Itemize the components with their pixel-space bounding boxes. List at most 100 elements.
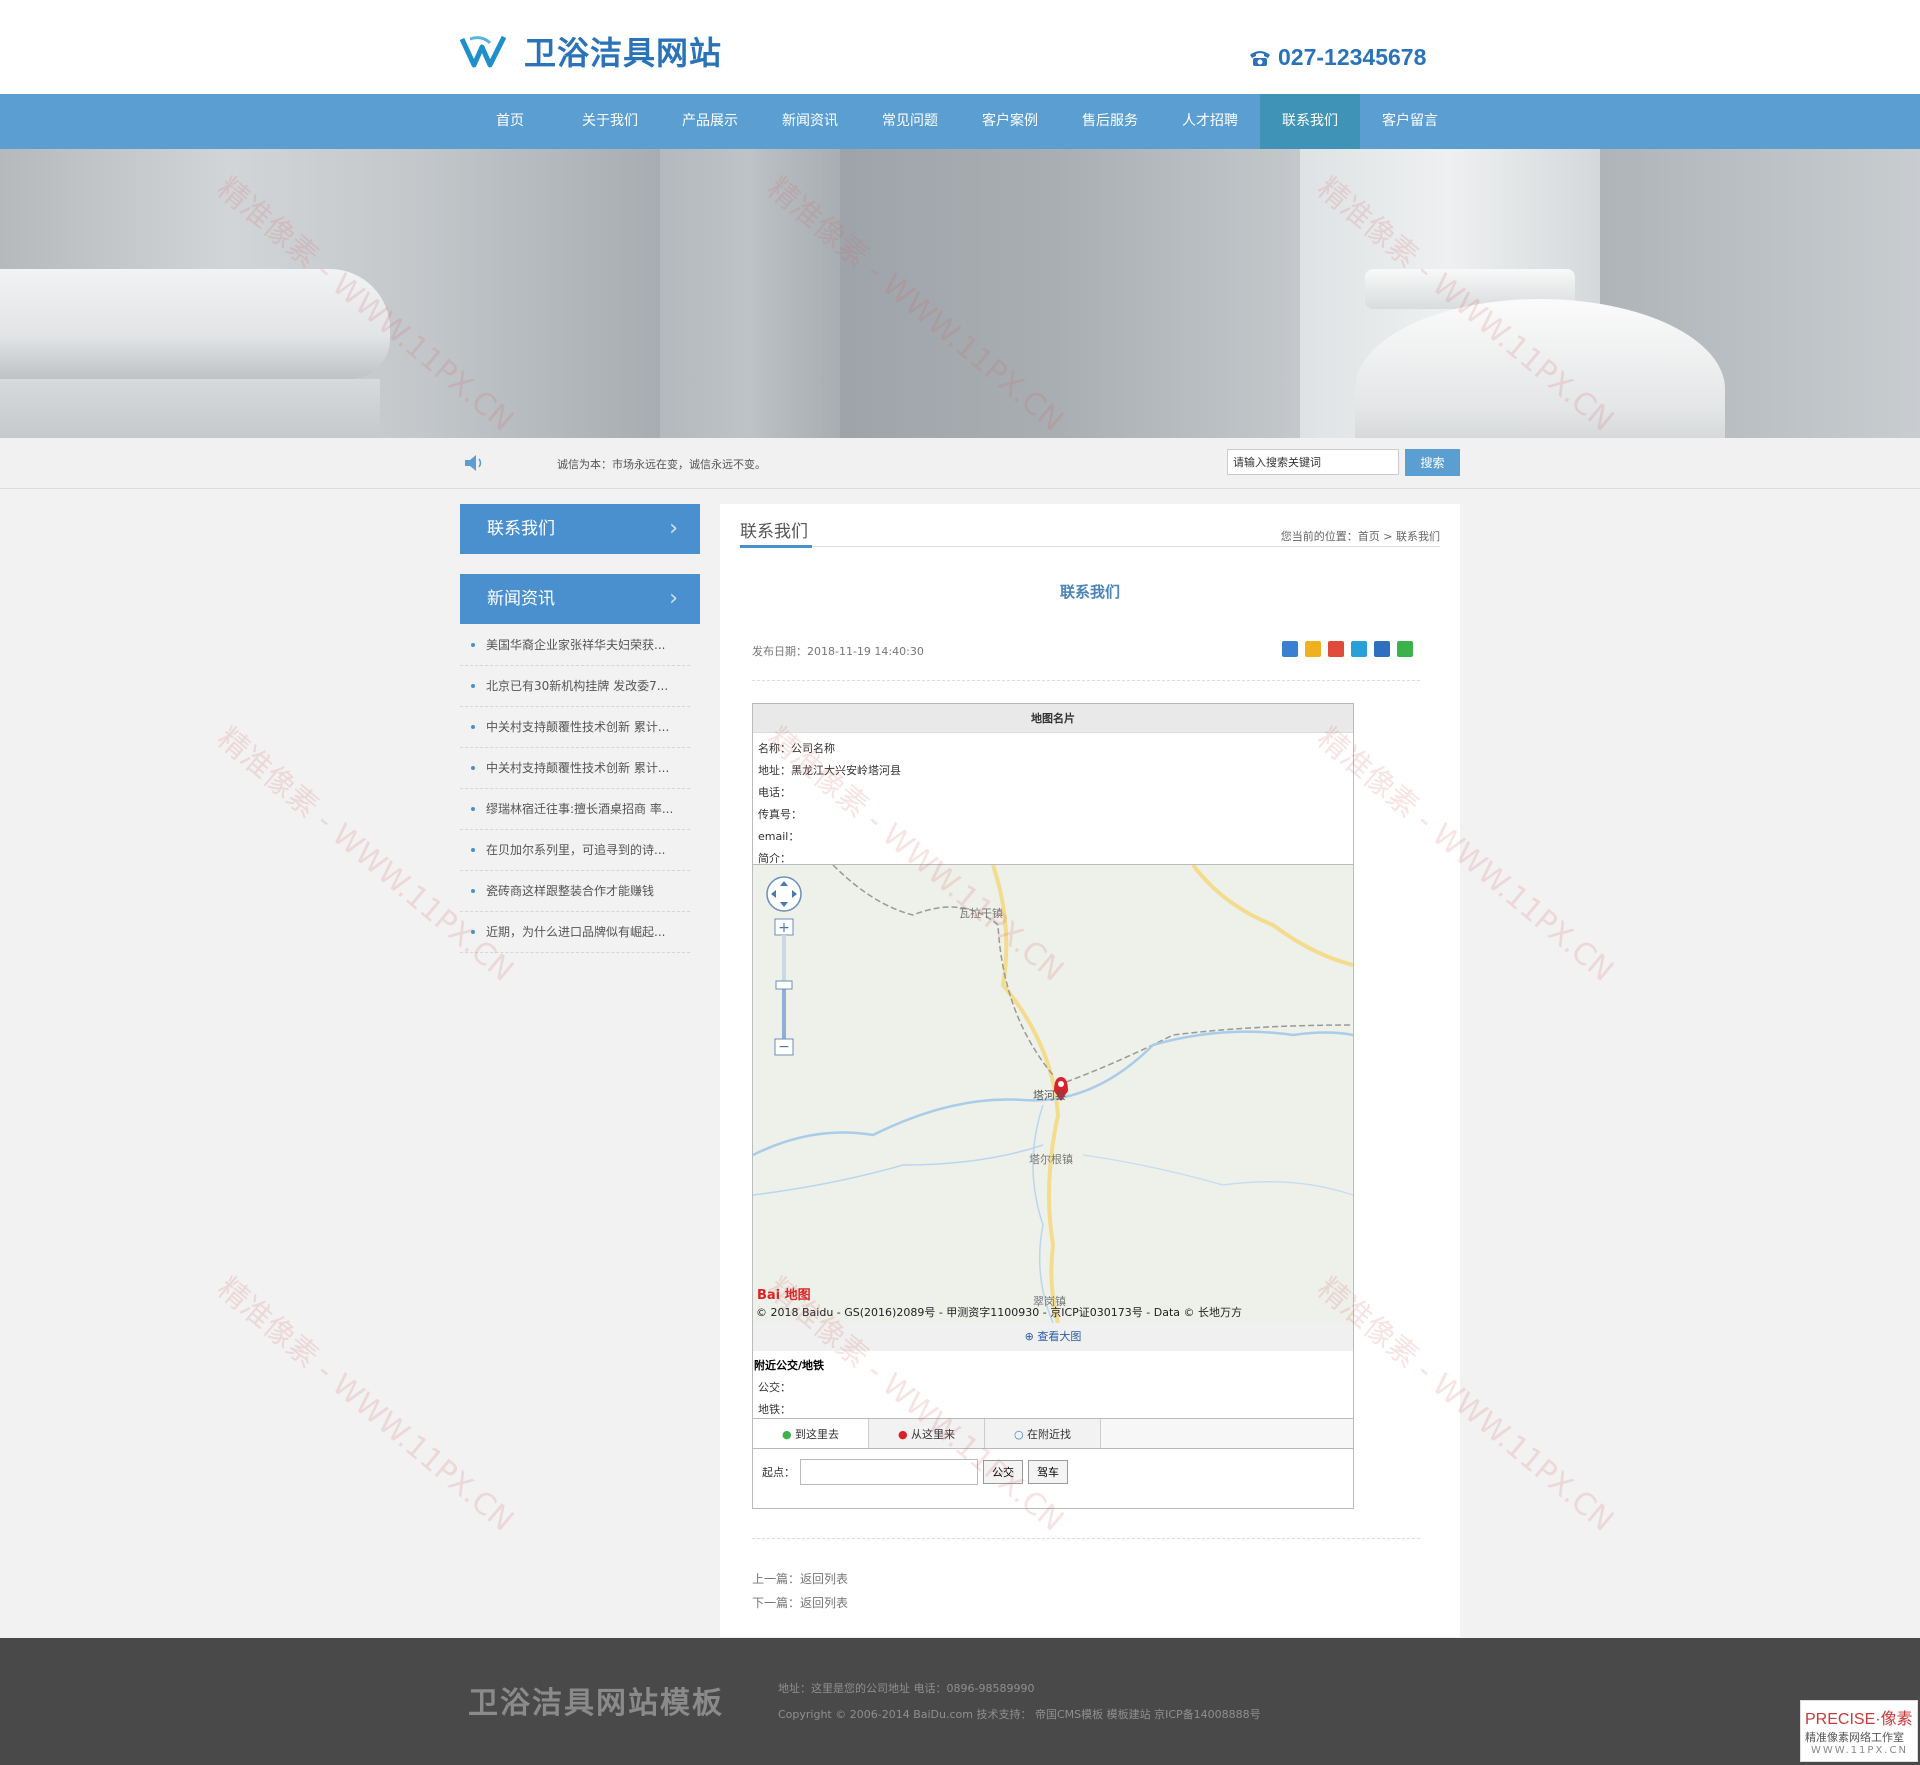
search-input[interactable] [1227, 449, 1399, 475]
banner-bathtub [0, 269, 390, 379]
news-item[interactable]: 瓷砖商这样跟整装合作才能赚钱 [460, 871, 690, 912]
sidebar-news-header[interactable]: 新闻资讯 › [460, 574, 700, 624]
banner-glass-pane [660, 149, 840, 438]
footer-copyright: Copyright © 2006-2014 BaiDu.com 技术支持： 帝国… [778, 1708, 1261, 1721]
badge-url: WWW.11PX.CN [1811, 1745, 1908, 1756]
banner-bathtub-side [0, 379, 380, 438]
footer-address: 地址：这里是您的公司地址 电话：0896-98589990 [778, 1682, 1035, 1695]
route-tabs: ● 到这里去 ● 从这里来 ○ 在附近找 [753, 1418, 1353, 1449]
map-copyright: © 2018 Baidu - GS(2016)2089号 - 甲测资字11009… [756, 1306, 1243, 1319]
article-title: 联系我们 [1059, 583, 1120, 601]
pin-green-icon: ● [781, 1428, 792, 1441]
share-qzone-icon[interactable] [1305, 641, 1321, 657]
sidebar-contact-header[interactable]: 联系我们 › [460, 504, 700, 554]
svg-text:+: + [778, 920, 790, 936]
tab-from-here-label: 从这里来 [911, 1428, 956, 1441]
nav-item-faq[interactable]: 常见问题 [860, 94, 960, 149]
baidu-map[interactable]: 瓦拉干镇 塔河县 塔尔根镇 翠岗镇 + − Bai 地图 © 2018 Baid… [753, 865, 1353, 1323]
news-item[interactable]: 北京已有30新机构挂牌 发改委7... [460, 666, 690, 707]
publish-date: 发布日期：2018-11-19 14:40:30 [752, 645, 924, 658]
nav-item-news[interactable]: 新闻资讯 [760, 94, 860, 149]
nav-item-cases[interactable]: 客户案例 [960, 94, 1060, 149]
bus-button[interactable]: 公交 [983, 1460, 1023, 1484]
share-weibo-icon[interactable] [1328, 641, 1344, 657]
chevron-right-icon: › [669, 516, 678, 541]
nearby-transit: 附近公交/地铁 公交： 地铁： [753, 1351, 1353, 1418]
logo-mark-icon [460, 35, 507, 68]
site-footer: 卫浴洁具网站模板 地址：这里是您的公司地址 电话：0896-98589990 C… [0, 1638, 1920, 1765]
search-button[interactable]: 搜索 [1405, 449, 1460, 476]
route-form: 起点： 公交 驾车 [753, 1449, 1353, 1485]
magnifier-icon: ⊕ [1024, 1330, 1034, 1343]
tab-search-nearby-label: 在附近找 [1027, 1428, 1072, 1441]
map-card-title: 地图名片 [753, 704, 1353, 733]
share-tencent-icon[interactable] [1351, 641, 1367, 657]
company-address: 地址：黑龙江大兴安岭塔河县 [758, 764, 901, 777]
notice-bar: 诚信为本：市场永远在变，诚信永远不变。 搜索 [0, 438, 1920, 489]
hero-banner [0, 149, 1920, 438]
watermark: 精准像素 - WWW.11PX.CN [210, 1270, 520, 1539]
share-renren-icon[interactable] [1374, 641, 1390, 657]
sidebar-news-title: 新闻资讯 [487, 589, 555, 609]
chevron-right-icon: › [669, 586, 678, 611]
logo-text: 卫浴洁具网站 [524, 34, 723, 72]
badge-studio: 精准像素网络工作室 [1805, 1731, 1904, 1744]
nav-item-products[interactable]: 产品展示 [660, 94, 760, 149]
baidu-map-logo: Bai 地图 [757, 1288, 811, 1303]
prev-article-link[interactable]: 上一篇：返回列表 [752, 1570, 848, 1587]
tab-search-nearby[interactable]: ○ 在附近找 [985, 1419, 1101, 1448]
start-input[interactable] [800, 1459, 978, 1485]
speaker-icon [465, 455, 482, 471]
map-zoom-control[interactable]: + − [765, 875, 805, 1075]
nav-item-home[interactable]: 首页 [460, 94, 560, 149]
drive-button[interactable]: 驾车 [1028, 1460, 1068, 1484]
company-tel: 电话： [758, 786, 791, 799]
nav-item-service[interactable]: 售后服务 [1060, 94, 1160, 149]
news-list: 美国华裔企业家张祥华夫妇荣获... 北京已有30新机构挂牌 发改委7... 中关… [460, 625, 690, 953]
news-item[interactable]: 中关村支持颠覆性技术创新 累计... [460, 707, 690, 748]
site-header: 卫浴洁具网站 027-12345678 [0, 0, 1920, 94]
next-article-link[interactable]: 下一篇：返回列表 [752, 1594, 848, 1611]
tab-go-here[interactable]: ● 到这里去 [753, 1419, 869, 1448]
share-bar [1282, 641, 1413, 657]
view-large-map-link[interactable]: ⊕ 查看大图 [753, 1323, 1353, 1351]
company-info: 名称：公司名称 地址：黑龙江大兴安岭塔河县 电话： 传真号： email： 简介… [753, 733, 1353, 865]
news-item[interactable]: 美国华裔企业家张祥华夫妇荣获... [460, 625, 690, 666]
map-label: 塔河县 [1033, 1089, 1066, 1102]
badge-brand: PRECISE·像素 [1805, 1711, 1913, 1728]
map-label: 塔尔根镇 [1029, 1153, 1073, 1166]
breadcrumb[interactable]: 您当前的位置：首页 > 联系我们 [1281, 528, 1440, 544]
tab-from-here[interactable]: ● 从这里来 [869, 1419, 985, 1448]
phone-number: 027-12345678 [1278, 44, 1427, 70]
tab-go-here-label: 到这里去 [795, 1428, 840, 1441]
nav-items: 首页 关于我们 产品展示 新闻资讯 常见问题 客户案例 售后服务 人才招聘 联系… [460, 94, 1460, 149]
divider [752, 680, 1420, 681]
main-content: 联系我们 您当前的位置：首页 > 联系我们 联系我们 发布日期：2018-11-… [720, 504, 1460, 1637]
divider [752, 1538, 1420, 1539]
news-item[interactable]: 缪瑞林宿迁往事:擅长酒桌招商 率... [460, 789, 690, 830]
studio-badge[interactable]: PRECISE·像素 精准像素网络工作室 WWW.11PX.CN [1800, 1700, 1918, 1762]
site-logo[interactable]: 卫浴洁具网站 [460, 28, 722, 74]
nav-item-jobs[interactable]: 人才招聘 [1160, 94, 1260, 149]
nav-item-about[interactable]: 关于我们 [560, 94, 660, 149]
news-item[interactable]: 近期，为什么进口品牌似有崛起... [460, 912, 690, 953]
phone-icon [1250, 50, 1270, 66]
map-card: 地图名片 名称：公司名称 地址：黑龙江大兴安岭塔河县 电话： 传真号： emai… [752, 703, 1354, 1509]
notice-text: 诚信为本：市场永远在变，诚信永远不变。 [557, 458, 766, 471]
start-label: 起点： [762, 1466, 795, 1479]
section-title: 联系我们 [740, 522, 808, 542]
search-icon: ○ [1013, 1428, 1024, 1441]
nearby-bus: 公交： [758, 1381, 791, 1394]
sidebar-contact-title: 联系我们 [487, 519, 555, 539]
title-underline [740, 545, 812, 548]
news-item[interactable]: 中关村支持颠覆性技术创新 累计... [460, 748, 690, 789]
footer-logo: 卫浴洁具网站模板 [468, 1686, 724, 1721]
nearby-title: 附近公交/地铁 [754, 1359, 825, 1372]
news-item[interactable]: 在贝加尔系列里，可追寻到的诗... [460, 830, 690, 871]
map-label: 瓦拉干镇 [959, 907, 1003, 920]
share-more-icon[interactable] [1282, 641, 1298, 657]
company-fax: 传真号： [758, 808, 802, 821]
share-wechat-icon[interactable] [1397, 641, 1413, 657]
nav-item-contact[interactable]: 联系我们 [1260, 94, 1360, 149]
nav-item-message[interactable]: 客户留言 [1360, 94, 1460, 149]
